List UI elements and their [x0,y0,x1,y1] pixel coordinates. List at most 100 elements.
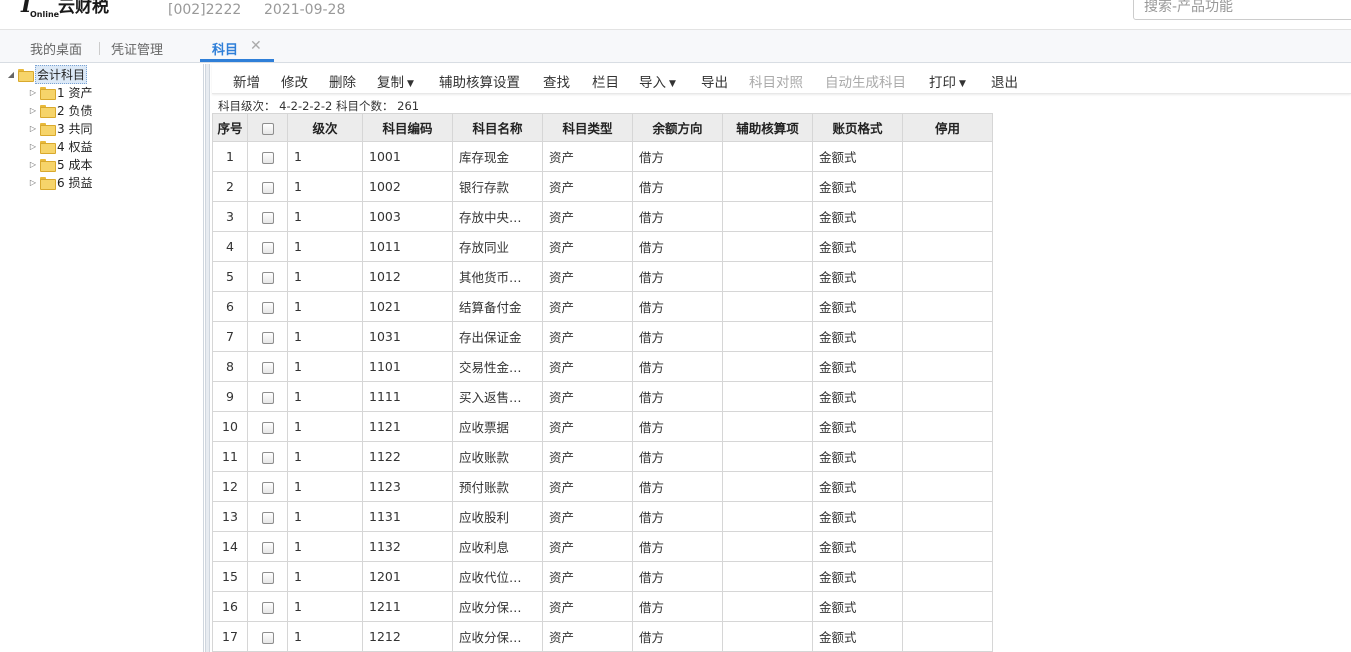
table-row[interactable]: 9 1 1111 买入返售… 资产 借方 金额式 [212,381,993,412]
cell-code[interactable]: 1122 [362,441,453,472]
row-checkbox[interactable] [261,361,274,374]
cell-direction[interactable]: 借方 [632,501,723,532]
cell-aux[interactable] [722,621,813,652]
cell-name[interactable]: 预付账款 [452,471,543,502]
cell-type[interactable]: 资产 [542,411,633,442]
cell-direction[interactable]: 借方 [632,351,723,382]
cell-aux[interactable] [722,261,813,292]
cell-disabled[interactable] [902,591,993,622]
expand-arrow-icon[interactable]: ▷ [28,88,38,97]
cell-disabled[interactable] [902,321,993,352]
cell-format[interactable]: 金额式 [812,561,903,592]
row-checkbox[interactable] [261,511,274,524]
cell-disabled[interactable] [902,561,993,592]
col-header-direction[interactable]: 余额方向 [632,113,723,142]
row-checkbox[interactable] [261,241,274,254]
cell-level[interactable]: 1 [287,231,363,262]
cell-disabled[interactable] [902,381,993,412]
cell-direction[interactable]: 借方 [632,531,723,562]
cell-format[interactable]: 金额式 [812,531,903,562]
tab-accounts[interactable]: 科目 [212,39,238,58]
cell-code[interactable]: 1111 [362,381,453,412]
col-header-aux[interactable]: 辅助核算项 [722,113,813,142]
cell-type[interactable]: 资产 [542,321,633,352]
tree-node-label[interactable]: 1 资产 [57,84,92,101]
table-row[interactable]: 6 1 1021 结算备付金 资产 借方 金额式 [212,291,993,322]
cell-direction[interactable]: 借方 [632,621,723,652]
cell-disabled[interactable] [902,411,993,442]
cell-format[interactable]: 金额式 [812,591,903,622]
cell-aux[interactable] [722,531,813,562]
cell-code[interactable]: 1021 [362,291,453,322]
row-checkbox[interactable] [261,601,274,614]
add-button[interactable]: 新增 [233,71,260,91]
cell-code[interactable]: 1211 [362,591,453,622]
cell-format[interactable]: 金额式 [812,351,903,382]
cell-direction[interactable]: 借方 [632,291,723,322]
table-row[interactable]: 16 1 1211 应收分保… 资产 借方 金额式 [212,591,993,622]
cell-disabled[interactable] [902,201,993,232]
cell-level[interactable]: 1 [287,261,363,292]
cell-select[interactable] [247,291,288,322]
row-checkbox[interactable] [261,271,274,284]
cell-aux[interactable] [722,591,813,622]
tree-node-assets[interactable]: ▷ 1 资产 [28,83,92,101]
expand-arrow-icon[interactable]: ▷ [28,178,38,187]
cell-level[interactable]: 1 [287,441,363,472]
cell-aux[interactable] [722,441,813,472]
cell-direction[interactable]: 借方 [632,561,723,592]
cell-format[interactable]: 金额式 [812,291,903,322]
account-set-label[interactable]: [002]2222 [168,2,241,18]
collapse-arrow-icon[interactable]: ◢ [6,70,16,79]
cell-select[interactable] [247,201,288,232]
table-row[interactable]: 17 1 1212 应收分保… 资产 借方 金额式 [212,621,993,652]
cell-aux[interactable] [722,231,813,262]
tree-node-cost[interactable]: ▷ 5 成本 [28,155,92,173]
cell-type[interactable]: 资产 [542,501,633,532]
cell-type[interactable]: 资产 [542,351,633,382]
cell-direction[interactable]: 借方 [632,591,723,622]
table-row[interactable]: 5 1 1012 其他货币… 资产 借方 金额式 [212,261,993,292]
table-row[interactable]: 12 1 1123 预付账款 资产 借方 金额式 [212,471,993,502]
table-row[interactable]: 13 1 1131 应收股利 资产 借方 金额式 [212,501,993,532]
cell-direction[interactable]: 借方 [632,471,723,502]
cell-select[interactable] [247,441,288,472]
cell-format[interactable]: 金额式 [812,171,903,202]
table-row[interactable]: 2 1 1002 银行存款 资产 借方 金额式 [212,171,993,202]
cell-index[interactable]: 13 [212,501,248,532]
col-header-level[interactable]: 级次 [287,113,363,142]
cell-select[interactable] [247,531,288,562]
cell-level[interactable]: 1 [287,531,363,562]
cell-type[interactable]: 资产 [542,231,633,262]
tree-node-label[interactable]: 2 负债 [57,102,92,119]
cell-code[interactable]: 1101 [362,351,453,382]
cell-name[interactable]: 应收代位… [452,561,543,592]
cell-name[interactable]: 存出保证金 [452,321,543,352]
tree-node-root[interactable]: ◢ 会计科目 [6,64,88,84]
cell-index[interactable]: 7 [212,321,248,352]
expand-arrow-icon[interactable]: ▷ [28,124,38,133]
cell-type[interactable]: 资产 [542,171,633,202]
exit-button[interactable]: 退出 [991,71,1018,91]
cell-aux[interactable] [722,141,813,172]
row-checkbox[interactable] [261,391,274,404]
cell-level[interactable]: 1 [287,291,363,322]
cell-format[interactable]: 金额式 [812,141,903,172]
panel-splitter[interactable] [205,64,210,652]
cell-type[interactable]: 资产 [542,381,633,412]
expand-arrow-icon[interactable]: ▷ [28,106,38,115]
cell-disabled[interactable] [902,441,993,472]
close-icon[interactable]: ✕ [250,38,262,54]
aux-setup-button[interactable]: 辅助核算设置 [439,71,520,91]
tree-node-equity[interactable]: ▷ 4 权益 [28,137,92,155]
cell-aux[interactable] [722,351,813,382]
tab-voucher-management[interactable]: 凭证管理 [111,39,163,58]
col-header-code[interactable]: 科目编码 [362,113,453,142]
cell-type[interactable]: 资产 [542,591,633,622]
cell-index[interactable]: 5 [212,261,248,292]
cell-select[interactable] [247,141,288,172]
cell-type[interactable]: 资产 [542,561,633,592]
cell-level[interactable]: 1 [287,561,363,592]
import-button[interactable]: 导入 ▼ [639,71,676,91]
table-row[interactable]: 10 1 1121 应收票据 资产 借方 金额式 [212,411,993,442]
